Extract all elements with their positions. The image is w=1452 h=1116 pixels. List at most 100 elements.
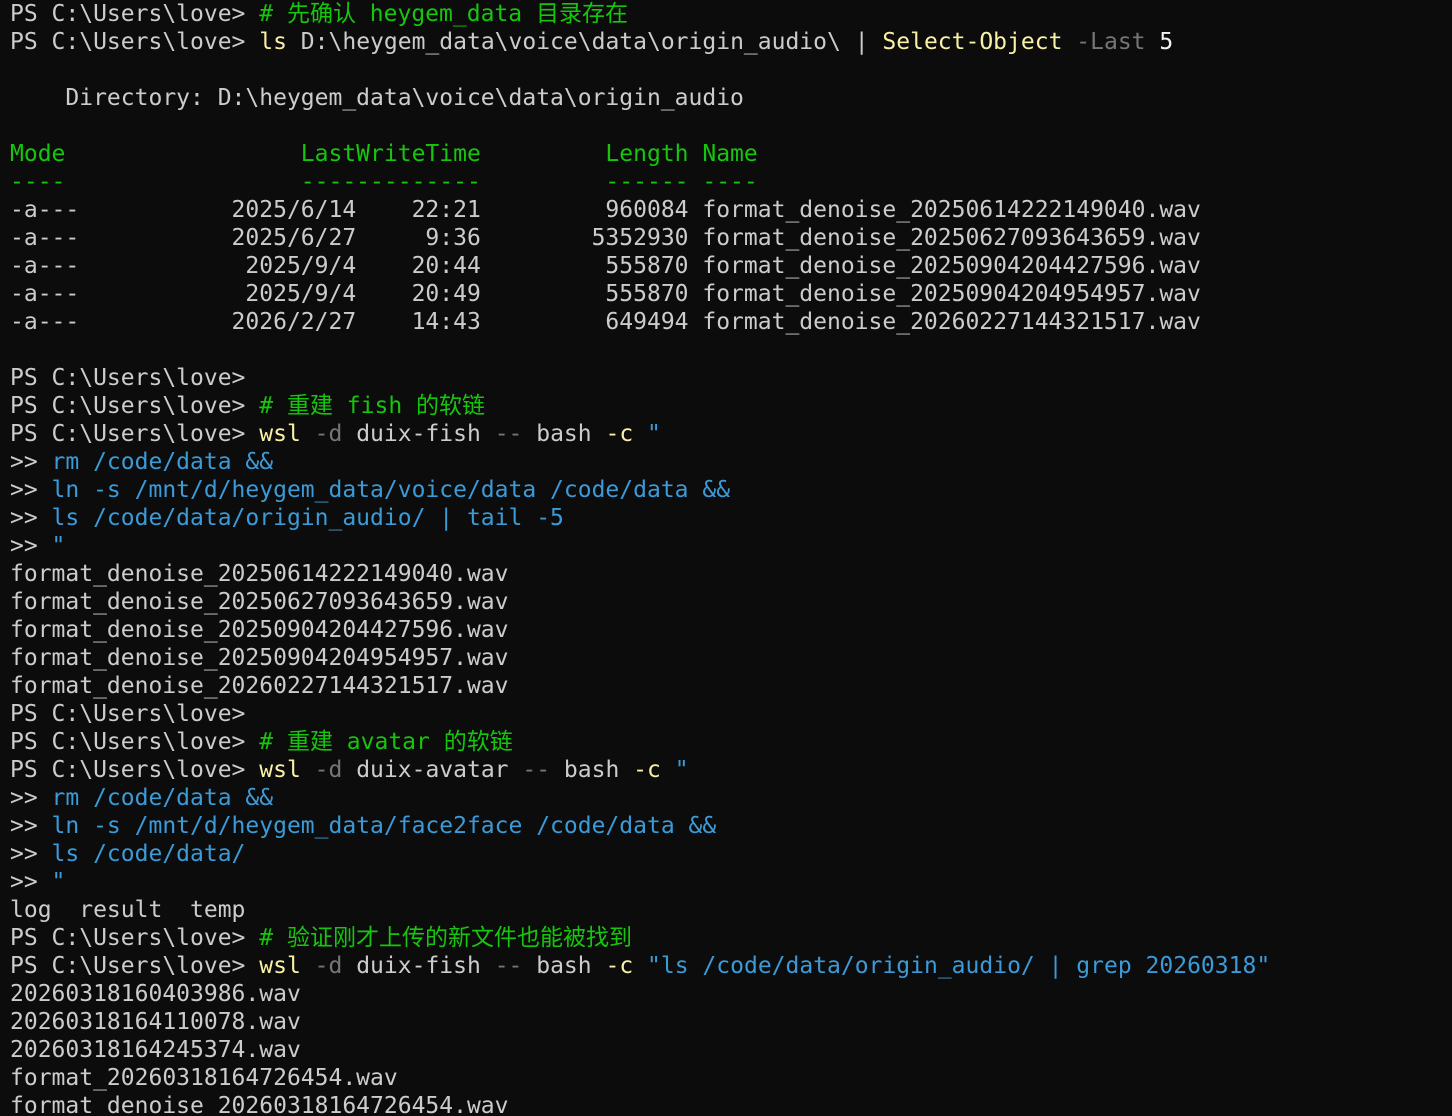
terminal-text-segment: -- xyxy=(494,421,523,447)
terminal-text-segment: rm /code/data && xyxy=(51,785,274,811)
terminal-text-segment: # 重建 fish 的软链 xyxy=(259,393,486,419)
terminal-line-prompt: PS C:\Users\love> xyxy=(10,364,1452,392)
terminal-text-segment: duix-fish xyxy=(342,953,495,979)
terminal-text-segment: PS C:\Users\love> xyxy=(10,393,260,419)
terminal-text-segment: bash xyxy=(522,953,606,979)
terminal-window[interactable]: PS C:\Users\love> # 先确认 heygem_data 目录存在… xyxy=(0,0,1452,1116)
terminal-text-segment: PS C:\Users\love> xyxy=(10,757,260,783)
terminal-text-segment: ln -s /mnt/d/heygem_data/face2face /code… xyxy=(51,813,717,839)
terminal-text-segment: ls /code/data/origin_audio/ | tail -5 xyxy=(51,505,564,531)
terminal-line-output: format_denoise_20250627093643659.wav xyxy=(10,588,1452,616)
terminal-text-segment: >> xyxy=(10,449,52,475)
terminal-line-output: 20260318164245374.wav xyxy=(10,1036,1452,1064)
terminal-line-continuation: >> rm /code/data && xyxy=(10,784,1452,812)
terminal-text-segment: bash xyxy=(522,421,606,447)
terminal-line-output: format_20260318164726454.wav xyxy=(10,1064,1452,1092)
terminal-line-prompt: PS C:\Users\love> wsl -d duix-fish -- ba… xyxy=(10,952,1452,980)
terminal-line-table-row: -a--- 2025/9/4 20:44 555870 format_denoi… xyxy=(10,252,1452,280)
terminal-text-segment: -- xyxy=(494,953,523,979)
terminal-text-segment: ---- ------------- ------ ---- xyxy=(10,169,758,195)
terminal-text-segment: D:\heygem_data\voice\data\origin_audio\ xyxy=(286,29,855,55)
terminal-text-segment: PS C:\Users\love> xyxy=(10,29,260,55)
terminal-text-segment: Mode LastWriteTime Length Name xyxy=(10,141,758,167)
terminal-text-segment: >> xyxy=(10,869,52,895)
terminal-text-segment: 20260318164245374.wav xyxy=(10,1037,301,1063)
terminal-line-output: Directory: D:\heygem_data\voice\data\ori… xyxy=(10,84,1452,112)
terminal-text-segment: >> xyxy=(10,533,52,559)
terminal-text-segment: 5 xyxy=(1159,29,1174,55)
terminal-text-segment: format_denoise_20250904204954957.wav xyxy=(10,645,509,671)
terminal-line-output: format_denoise_20250904204954957.wav xyxy=(10,644,1452,672)
terminal-line-output: format_denoise_20250614222149040.wav xyxy=(10,560,1452,588)
terminal-line-continuation: >> rm /code/data && xyxy=(10,448,1452,476)
terminal-line-output: 20260318164110078.wav xyxy=(10,1008,1452,1036)
terminal-text-segment: PS C:\Users\love> xyxy=(10,925,260,951)
terminal-text-segment: format_denoise_20250614222149040.wav xyxy=(10,561,509,587)
terminal-text-segment: >> xyxy=(10,813,52,839)
terminal-text-segment: format_denoise_20250904204427596.wav xyxy=(10,617,509,643)
terminal-line-prompt: PS C:\Users\love> ls D:\heygem_data\voic… xyxy=(10,28,1452,56)
terminal-text-segment: format_denoise_20250627093643659.wav xyxy=(10,589,509,615)
terminal-line-prompt: PS C:\Users\love> # 重建 fish 的软链 xyxy=(10,392,1452,420)
terminal-text-segment: | xyxy=(854,29,869,55)
terminal-text-segment: ln -s /mnt/d/heygem_data/voice/data /cod… xyxy=(51,477,731,503)
terminal-text-segment: -c xyxy=(605,421,634,447)
terminal-text-segment: Directory: D:\heygem_data\voice\data\ori… xyxy=(10,85,744,111)
terminal-text-segment: " xyxy=(51,533,66,559)
terminal-line-continuation: >> ls /code/data/ xyxy=(10,840,1452,868)
terminal-line-prompt: PS C:\Users\love> wsl -d duix-avatar -- … xyxy=(10,756,1452,784)
terminal-line-continuation: >> " xyxy=(10,868,1452,896)
terminal-text-segment: bash xyxy=(550,757,634,783)
terminal-line-output: format_denoise_20260318164726454.wav xyxy=(10,1092,1452,1116)
terminal-text-segment: ls xyxy=(259,29,287,55)
terminal-line-continuation: >> ln -s /mnt/d/heygem_data/voice/data /… xyxy=(10,476,1452,504)
terminal-line-table-row: -a--- 2025/6/27 9:36 5352930 format_deno… xyxy=(10,224,1452,252)
terminal-text-segment: " xyxy=(647,421,661,447)
terminal-text-segment: Select-Object xyxy=(882,29,1063,55)
terminal-text-segment: PS C:\Users\love> xyxy=(10,701,246,727)
terminal-text-segment: duix-avatar xyxy=(342,757,523,783)
terminal-text-segment: PS C:\Users\love> xyxy=(10,365,246,391)
terminal-line-prompt: PS C:\Users\love> # 验证刚才上传的新文件也能被找到 xyxy=(10,924,1452,952)
terminal-text-segment: # 验证刚才上传的新文件也能被找到 xyxy=(259,925,632,951)
terminal-text-segment: "ls /code/data/origin_audio/ | grep 2026… xyxy=(647,953,1271,979)
terminal-text-segment: duix-fish xyxy=(342,421,495,447)
terminal-text-segment: -d xyxy=(314,953,343,979)
terminal-text-segment: -a--- 2025/9/4 20:44 555870 format_denoi… xyxy=(10,253,1201,279)
terminal-text-segment: >> xyxy=(10,785,52,811)
terminal-text-segment: log result temp xyxy=(10,897,246,923)
terminal-text-segment: # 先确认 heygem_data 目录存在 xyxy=(259,1,628,27)
terminal-text-segment: -d xyxy=(314,421,343,447)
terminal-text-segment: wsl xyxy=(259,953,301,979)
terminal-text-segment: format_denoise_20260318164726454.wav xyxy=(10,1093,509,1116)
terminal-text-segment: wsl xyxy=(259,757,301,783)
terminal-text-segment: >> xyxy=(10,505,52,531)
terminal-text-segment: -a--- 2025/6/27 9:36 5352930 format_deno… xyxy=(10,225,1201,251)
terminal-line-output: format_denoise_20260227144321517.wav xyxy=(10,672,1452,700)
terminal-text-segment: -c xyxy=(605,953,634,979)
terminal-text-segment: " xyxy=(674,757,689,783)
terminal-text-segment: " xyxy=(51,869,66,895)
terminal-line-prompt: PS C:\Users\love> xyxy=(10,700,1452,728)
terminal-text-segment: format_denoise_20260227144321517.wav xyxy=(10,673,509,699)
terminal-text-segment: 20260318160403986.wav xyxy=(10,981,301,1007)
terminal-text-segment: rm /code/data && xyxy=(51,449,274,475)
terminal-text-segment: PS C:\Users\love> xyxy=(10,729,260,755)
terminal-line-table-header: ---- ------------- ------ ---- xyxy=(10,168,1452,196)
terminal-line-continuation: >> " xyxy=(10,532,1452,560)
terminal-text-segment: -c xyxy=(633,757,661,783)
terminal-line-prompt: PS C:\Users\love> wsl -d duix-fish -- ba… xyxy=(10,420,1452,448)
terminal-line-prompt: PS C:\Users\love> # 重建 avatar 的软链 xyxy=(10,728,1452,756)
